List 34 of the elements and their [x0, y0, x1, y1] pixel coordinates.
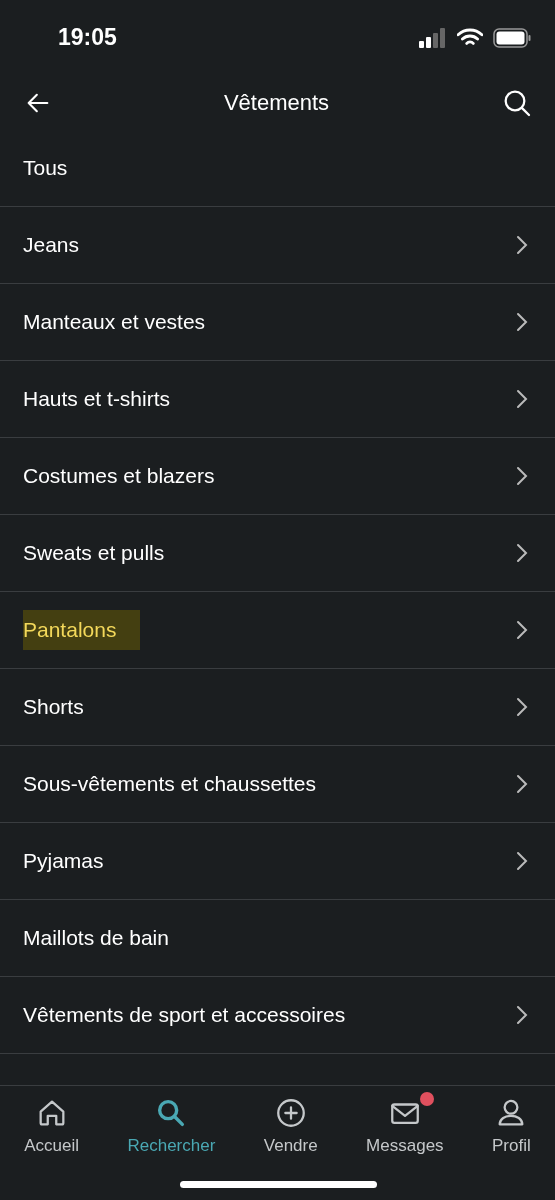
category-row[interactable]: Jeans [0, 207, 555, 284]
battery-icon [493, 27, 531, 48]
category-label: Hauts et t-shirts [23, 387, 171, 411]
category-label: Costumes et blazers [23, 464, 215, 488]
category-label: Sweats et pulls [23, 541, 165, 565]
tab-bar-item[interactable]: Messages [362, 1096, 448, 1156]
category-row[interactable]: Manteaux et vestes [0, 284, 555, 361]
tab-bar-item[interactable]: Rechercher [123, 1096, 220, 1156]
category-label: Vêtements de sport et accessoires [23, 1003, 346, 1027]
category-row[interactable]: Pyjamas [0, 823, 555, 900]
category-row[interactable]: Tous [0, 130, 555, 207]
category-row[interactable]: Vêtements de sport et accessoires [0, 977, 555, 1054]
category-row[interactable]: Costumes et blazers [0, 438, 555, 515]
category-label: Jeans [23, 233, 80, 257]
category-row[interactable]: Hauts et t-shirts [0, 361, 555, 438]
category-row[interactable]: Sous-vêtements et chaussettes [0, 746, 555, 823]
category-label: Shorts [23, 695, 84, 719]
tab-bar-item[interactable]: Vendre [259, 1096, 322, 1156]
category-row[interactable]: Shorts [0, 669, 555, 746]
category-label: Pantalons [23, 610, 141, 650]
category-row[interactable]: Sweats et pulls [0, 515, 555, 592]
category-label: Tous [23, 156, 68, 180]
screen-title: Vêtements [223, 89, 330, 116]
category-label: Maillots de bain [23, 926, 169, 950]
category-label: Sous-vêtements et chaussettes [23, 772, 316, 796]
category-row[interactable]: Maillots de bain [0, 900, 555, 977]
wifi-icon [457, 27, 483, 48]
category-row[interactable]: Pantalons [0, 592, 555, 669]
category-label: Pyjamas [23, 849, 104, 873]
clock-time: 19:05 [58, 24, 117, 51]
category-label: Manteaux et vestes [23, 310, 206, 334]
signal-icon [419, 27, 447, 48]
tab-bar-item[interactable]: Profil [488, 1096, 535, 1156]
tab-bar-item[interactable]: Accueil [20, 1096, 84, 1156]
